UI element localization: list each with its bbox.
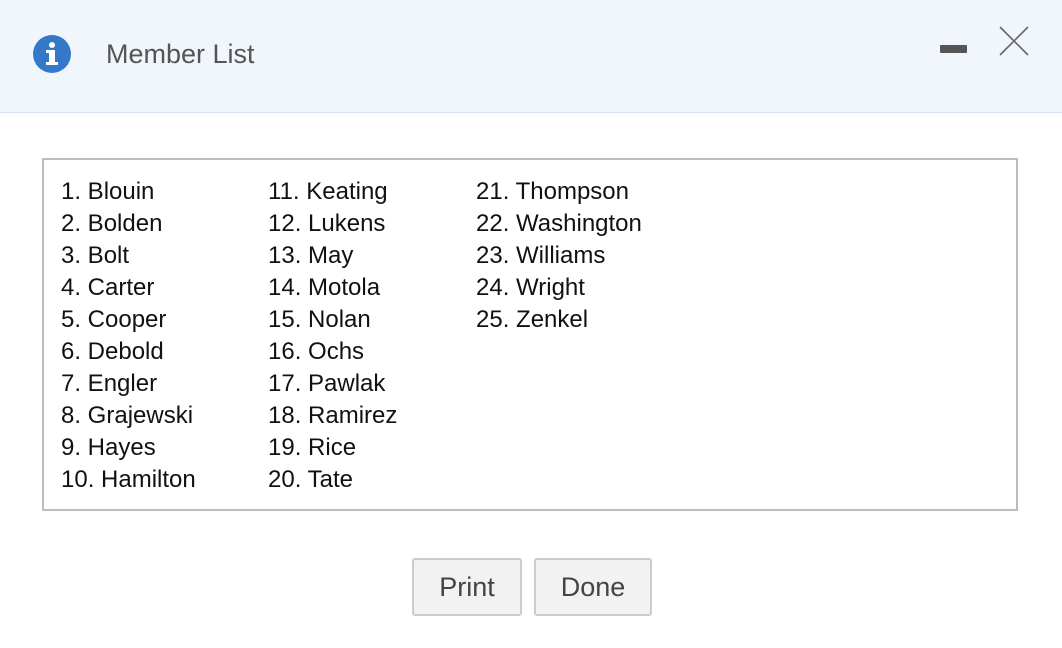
member-item: 20. Tate — [268, 466, 353, 493]
member-item: 5. Cooper — [61, 306, 167, 333]
member-item: 14. Motola — [268, 274, 381, 301]
member-column-2: 11. Keating 12. Lukens 13. May 14. Motol… — [268, 176, 397, 496]
member-item: 18. Ramirez — [268, 402, 398, 429]
member-list-dialog: Member List 1. Blouin 2. Bolden 3. Bolt … — [0, 0, 1062, 648]
member-item: 15. Nolan — [268, 306, 371, 333]
done-button[interactable]: Done — [534, 558, 652, 616]
member-item: 11. Keating — [268, 178, 388, 205]
member-item: 7. Engler — [61, 370, 158, 397]
member-item: 1. Blouin — [61, 178, 155, 205]
member-item: 19. Rice — [268, 434, 357, 461]
member-column-1: 1. Blouin 2. Bolden 3. Bolt 4. Carter 5.… — [61, 176, 196, 496]
member-item: 13. May — [268, 242, 354, 269]
member-item: 3. Bolt — [61, 242, 130, 269]
member-item: 4. Carter — [61, 274, 155, 301]
dialog-title: Member List — [106, 39, 255, 69]
minimize-button[interactable] — [936, 36, 972, 62]
member-item: 24. Wright — [476, 274, 585, 301]
minimize-icon — [940, 45, 967, 53]
info-icon — [33, 35, 71, 73]
member-item: 17. Pawlak — [268, 370, 386, 397]
member-item: 10. Hamilton — [61, 466, 196, 493]
member-column-3: 21. Thompson 22. Washington 23. Williams… — [476, 176, 642, 336]
member-item: 8. Grajewski — [61, 402, 194, 429]
member-item: 21. Thompson — [476, 178, 629, 205]
member-item: 2. Bolden — [61, 210, 163, 237]
dialog-titlebar: Member List — [0, 0, 1062, 113]
member-item: 22. Washington — [476, 210, 642, 237]
print-button[interactable]: Print — [412, 558, 522, 616]
member-item: 9. Hayes — [61, 434, 156, 461]
member-item: 12. Lukens — [268, 210, 386, 237]
member-item: 25. Zenkel — [476, 306, 589, 333]
close-icon[interactable] — [996, 24, 1032, 58]
member-list-box: 1. Blouin 2. Bolden 3. Bolt 4. Carter 5.… — [42, 158, 1018, 511]
member-item: 16. Ochs — [268, 338, 365, 365]
member-item: 6. Debold — [61, 338, 164, 365]
member-item: 23. Williams — [476, 242, 606, 269]
